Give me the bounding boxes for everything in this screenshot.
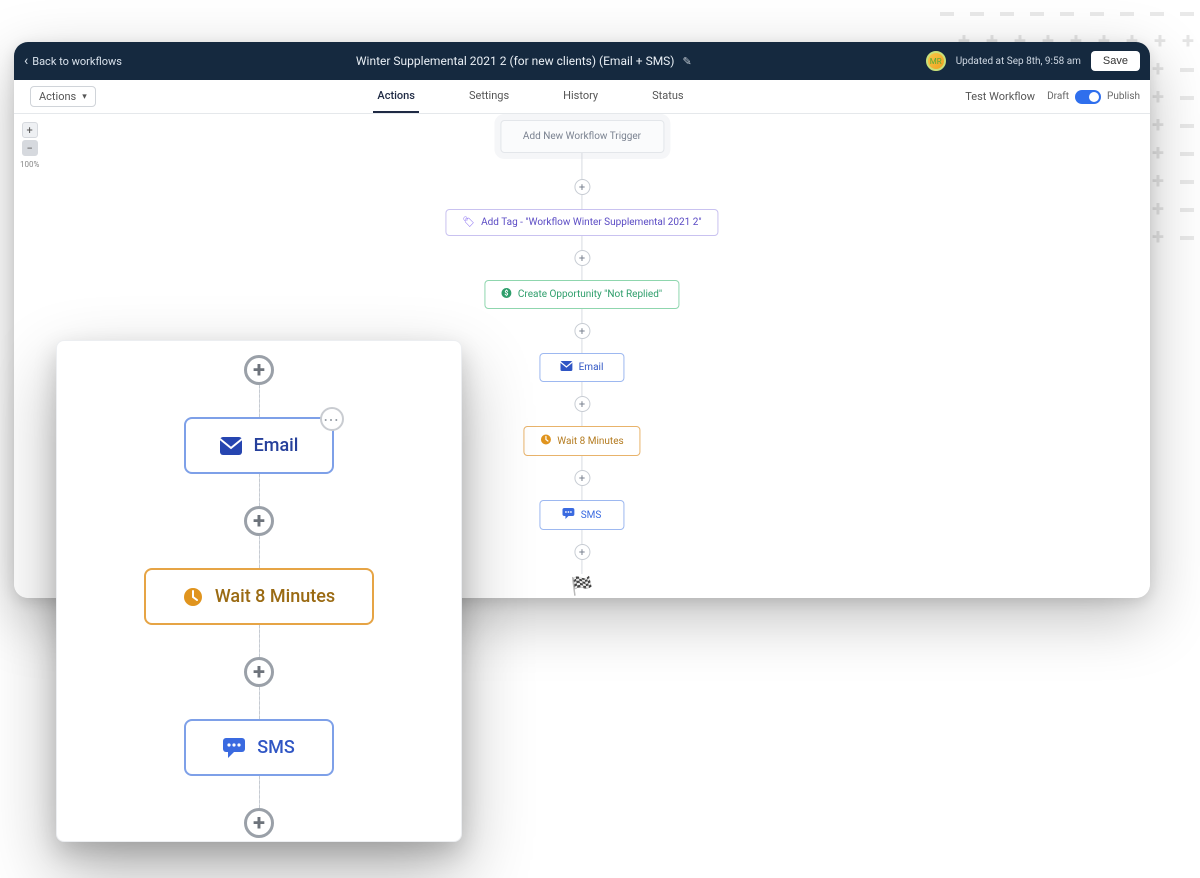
save-button[interactable]: Save bbox=[1091, 51, 1140, 71]
titlebar: ‹ Back to workflows Winter Supplemental … bbox=[14, 42, 1150, 80]
zoomed-step-wait[interactable]: Wait 8 Minutes bbox=[144, 568, 374, 625]
step-label: Wait 8 Minutes bbox=[557, 436, 623, 447]
add-step-button[interactable]: + bbox=[574, 179, 590, 195]
back-label: Back to workflows bbox=[32, 55, 122, 68]
add-step-button[interactable]: + bbox=[574, 323, 590, 339]
tag-icon: 🏷 bbox=[462, 217, 475, 228]
zoomed-step-sms[interactable]: SMS bbox=[184, 719, 334, 776]
email-icon bbox=[220, 437, 242, 455]
publish-label: Publish bbox=[1107, 91, 1140, 102]
step-create-opportunity[interactable]: $ Create Opportunity "Not Replied" bbox=[485, 280, 679, 309]
step-label: SMS bbox=[581, 510, 602, 521]
step-label: Create Opportunity "Not Replied" bbox=[518, 289, 662, 300]
zoomed-detail-panel: + Email ⋯ + Wait 8 Minutes + SMS + bbox=[56, 340, 462, 842]
add-step-button[interactable]: + bbox=[574, 250, 590, 266]
step-add-tag[interactable]: 🏷 Add Tag - "Workflow Winter Supplementa… bbox=[445, 209, 718, 236]
add-step-button[interactable]: + bbox=[574, 396, 590, 412]
step-label: Email bbox=[254, 435, 299, 456]
clock-icon bbox=[183, 587, 203, 607]
zoom-in-button[interactable]: + bbox=[22, 122, 38, 138]
add-step-button-large[interactable]: + bbox=[244, 657, 274, 687]
add-step-button-large[interactable]: + bbox=[244, 355, 274, 385]
zoom-controls: + − 100% bbox=[20, 122, 39, 169]
actions-dropdown-label: Actions bbox=[39, 90, 76, 103]
chevron-down-icon: ▾ bbox=[82, 92, 87, 102]
step-options-icon[interactable]: ⋯ bbox=[320, 407, 344, 431]
add-step-button-large[interactable]: + bbox=[244, 808, 274, 838]
zoom-percent: 100% bbox=[20, 160, 39, 169]
sms-icon bbox=[223, 738, 245, 758]
sms-icon bbox=[563, 508, 575, 522]
step-label: SMS bbox=[257, 737, 295, 758]
tab-actions[interactable]: Actions bbox=[373, 80, 419, 113]
add-step-button[interactable]: + bbox=[574, 544, 590, 560]
add-step-button[interactable]: + bbox=[574, 470, 590, 486]
workflow-title: Winter Supplemental 2021 2 (for new clie… bbox=[356, 54, 675, 68]
step-label: Add Tag - "Workflow Winter Supplemental … bbox=[481, 217, 701, 228]
step-wait[interactable]: Wait 8 Minutes bbox=[523, 426, 640, 456]
zoomed-step-email[interactable]: Email ⋯ bbox=[184, 417, 334, 474]
email-icon bbox=[561, 361, 573, 374]
zoom-out-button[interactable]: − bbox=[22, 140, 38, 156]
clock-icon bbox=[540, 434, 551, 448]
step-email[interactable]: Email bbox=[540, 353, 625, 382]
tab-status[interactable]: Status bbox=[648, 80, 687, 113]
workflow-title-wrap: Winter Supplemental 2021 2 (for new clie… bbox=[122, 54, 926, 68]
finish-flag-icon: 🏁 bbox=[571, 576, 593, 597]
draft-label: Draft bbox=[1047, 91, 1069, 102]
tab-history[interactable]: History bbox=[559, 80, 602, 113]
back-to-workflows-link[interactable]: ‹ Back to workflows bbox=[24, 53, 122, 69]
workflow-flow: Add New Workflow Trigger + 🏷 Add Tag - "… bbox=[445, 120, 718, 597]
user-avatar[interactable]: MR bbox=[926, 51, 946, 71]
tab-settings[interactable]: Settings bbox=[465, 80, 513, 113]
chevron-left-icon: ‹ bbox=[24, 53, 28, 69]
actions-dropdown[interactable]: Actions ▾ bbox=[30, 86, 96, 107]
dollar-icon: $ bbox=[502, 288, 512, 301]
add-trigger-node[interactable]: Add New Workflow Trigger bbox=[500, 120, 664, 153]
step-label: Email bbox=[579, 362, 604, 373]
add-step-button-large[interactable]: + bbox=[244, 506, 274, 536]
step-label: Wait 8 Minutes bbox=[215, 586, 335, 607]
svg-text:$: $ bbox=[505, 290, 509, 298]
test-workflow-link[interactable]: Test Workflow bbox=[965, 90, 1035, 103]
edit-title-icon[interactable]: ✎ bbox=[682, 55, 691, 68]
updated-timestamp: Updated at Sep 8th, 9:58 am bbox=[956, 56, 1081, 67]
publish-toggle[interactable] bbox=[1075, 90, 1101, 104]
toolbar: Actions ▾ Actions Settings History Statu… bbox=[14, 80, 1150, 114]
step-sms[interactable]: SMS bbox=[540, 500, 625, 530]
